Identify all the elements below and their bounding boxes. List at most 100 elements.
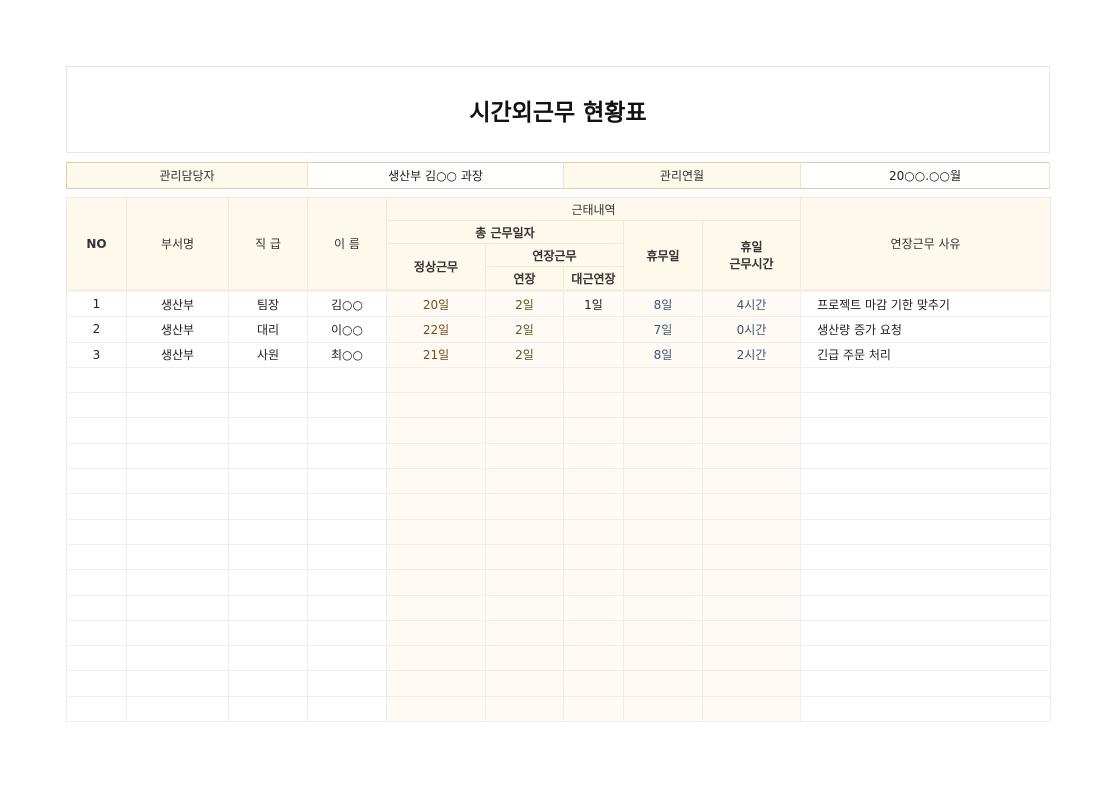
cell-holiday-hours[interactable]: [701, 670, 802, 697]
cell-days-off[interactable]: [623, 392, 703, 419]
cell-dept[interactable]: [126, 543, 229, 571]
cell-days-off[interactable]: [623, 366, 703, 394]
cell-regular[interactable]: [386, 569, 486, 596]
cell-holiday-hours[interactable]: [701, 392, 802, 419]
cell-no[interactable]: [66, 442, 127, 470]
cell-holiday-hours[interactable]: 2시간: [701, 341, 802, 368]
cell-name[interactable]: [307, 695, 387, 723]
cell-dept[interactable]: [126, 695, 229, 723]
cell-holiday-hours[interactable]: [701, 417, 802, 444]
cell-dept[interactable]: [126, 645, 229, 672]
cell-reason[interactable]: [800, 366, 1052, 394]
cell-dept[interactable]: [126, 392, 229, 419]
cell-extension[interactable]: [485, 493, 564, 520]
cell-regular[interactable]: [386, 518, 486, 545]
cell-substitute[interactable]: [563, 518, 624, 545]
cell-reason[interactable]: 생산량 증가 요청: [800, 316, 1052, 343]
cell-name[interactable]: [307, 518, 387, 545]
cell-rank[interactable]: [228, 695, 308, 723]
cell-substitute[interactable]: [563, 366, 624, 394]
cell-extension[interactable]: [485, 619, 564, 647]
cell-holiday-hours[interactable]: [701, 569, 802, 596]
cell-extension[interactable]: [485, 569, 564, 596]
cell-substitute[interactable]: [563, 695, 624, 723]
cell-reason[interactable]: 프로젝트 마감 기한 맞추기: [800, 288, 1052, 318]
cell-rank[interactable]: [228, 594, 308, 621]
cell-no[interactable]: [66, 493, 127, 520]
cell-reason[interactable]: [800, 645, 1052, 672]
cell-regular[interactable]: [386, 695, 486, 723]
cell-holiday-hours[interactable]: [701, 468, 802, 495]
cell-reason[interactable]: [800, 518, 1052, 545]
cell-regular[interactable]: [386, 670, 486, 697]
cell-name[interactable]: [307, 569, 387, 596]
cell-days-off[interactable]: [623, 594, 703, 621]
cell-no[interactable]: [66, 670, 127, 697]
cell-regular[interactable]: [386, 543, 486, 571]
cell-substitute[interactable]: [563, 543, 624, 571]
cell-substitute[interactable]: [563, 316, 624, 343]
cell-rank[interactable]: [228, 392, 308, 419]
cell-regular[interactable]: 20일: [386, 288, 486, 318]
cell-extension[interactable]: 2일: [485, 288, 564, 318]
cell-extension[interactable]: [485, 695, 564, 723]
cell-rank[interactable]: [228, 442, 308, 470]
cell-extension[interactable]: [485, 594, 564, 621]
cell-dept[interactable]: [126, 594, 229, 621]
cell-no[interactable]: 3: [66, 341, 127, 368]
cell-reason[interactable]: [800, 442, 1052, 470]
cell-no[interactable]: [66, 417, 127, 444]
cell-name[interactable]: 이○○: [307, 316, 387, 343]
cell-reason[interactable]: [800, 594, 1052, 621]
cell-dept[interactable]: [126, 468, 229, 495]
cell-name[interactable]: [307, 619, 387, 647]
cell-dept[interactable]: 생산부: [126, 341, 229, 368]
cell-reason[interactable]: 긴급 주문 처리: [800, 341, 1052, 368]
cell-regular[interactable]: [386, 594, 486, 621]
cell-name[interactable]: 최○○: [307, 341, 387, 368]
cell-extension[interactable]: [485, 442, 564, 470]
cell-reason[interactable]: [800, 468, 1052, 495]
cell-substitute[interactable]: [563, 594, 624, 621]
cell-no[interactable]: [66, 645, 127, 672]
cell-name[interactable]: [307, 594, 387, 621]
cell-substitute[interactable]: 1일: [563, 288, 624, 318]
cell-rank[interactable]: [228, 417, 308, 444]
cell-holiday-hours[interactable]: [701, 493, 802, 520]
cell-holiday-hours[interactable]: [701, 619, 802, 647]
cell-no[interactable]: [66, 569, 127, 596]
cell-holiday-hours[interactable]: 4시간: [701, 288, 802, 318]
cell-name[interactable]: [307, 670, 387, 697]
cell-name[interactable]: [307, 366, 387, 394]
cell-no[interactable]: [66, 366, 127, 394]
cell-days-off[interactable]: [623, 493, 703, 520]
cell-no[interactable]: [66, 695, 127, 723]
cell-no[interactable]: [66, 543, 127, 571]
period-value[interactable]: 20○○.○○월: [800, 162, 1050, 189]
cell-no[interactable]: [66, 468, 127, 495]
cell-extension[interactable]: [485, 366, 564, 394]
cell-rank[interactable]: [228, 366, 308, 394]
cell-extension[interactable]: [485, 645, 564, 672]
cell-regular[interactable]: [386, 645, 486, 672]
cell-substitute[interactable]: [563, 417, 624, 444]
cell-reason[interactable]: [800, 392, 1052, 419]
cell-substitute[interactable]: [563, 468, 624, 495]
cell-rank[interactable]: 팀장: [228, 288, 308, 318]
cell-regular[interactable]: [386, 619, 486, 647]
cell-holiday-hours[interactable]: [701, 594, 802, 621]
cell-no[interactable]: [66, 518, 127, 545]
cell-regular[interactable]: 22일: [386, 316, 486, 343]
cell-extension[interactable]: [485, 392, 564, 419]
cell-holiday-hours[interactable]: [701, 645, 802, 672]
cell-rank[interactable]: [228, 645, 308, 672]
cell-rank[interactable]: [228, 468, 308, 495]
cell-name[interactable]: [307, 645, 387, 672]
cell-extension[interactable]: 2일: [485, 316, 564, 343]
cell-holiday-hours[interactable]: 0시간: [701, 316, 802, 343]
cell-no[interactable]: [66, 392, 127, 419]
cell-substitute[interactable]: [563, 392, 624, 419]
cell-holiday-hours[interactable]: [701, 442, 802, 470]
cell-dept[interactable]: [126, 493, 229, 520]
cell-no[interactable]: 2: [66, 316, 127, 343]
